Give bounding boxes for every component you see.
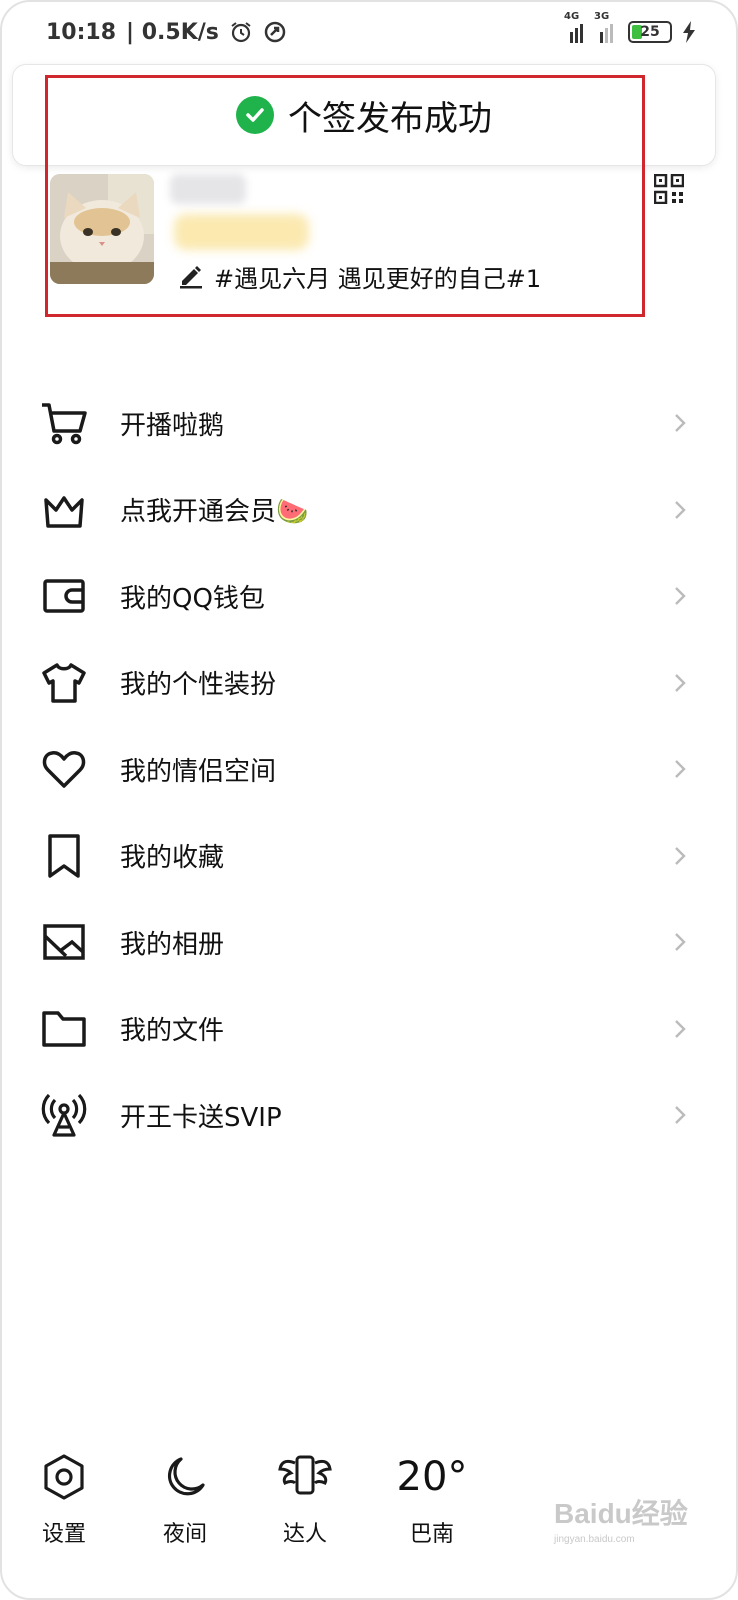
nickname-blurred[interactable] (170, 174, 246, 204)
chevron-right-icon (675, 1019, 686, 1038)
night-label: 夜间 (162, 1522, 207, 1547)
menu-item-dressup[interactable]: 我的个性装扮 (2, 640, 736, 727)
signature-text: #遇见六月 遇见更好的自己#1 (214, 264, 542, 293)
toast-message: 个签发布成功 (288, 98, 492, 139)
hexagon-gear-icon (42, 1452, 86, 1502)
data-saver-icon (264, 21, 286, 43)
menu-label: 我的个性装扮 (120, 670, 277, 701)
signal-tower-icon (40, 1091, 88, 1139)
city-label: 巴南 (409, 1522, 454, 1547)
menu-label: 我的文件 (120, 1016, 225, 1047)
personal-signature[interactable]: #遇见六月 遇见更好的自己#1 (178, 260, 542, 293)
menu-item-live[interactable]: 开播啦鹅 (2, 380, 736, 467)
expert-label: 达人 (282, 1522, 327, 1547)
wallet-icon (40, 572, 88, 620)
chevron-right-icon (675, 500, 686, 519)
alarm-icon (231, 22, 251, 43)
avatar[interactable] (50, 174, 154, 284)
crown-icon (40, 486, 88, 534)
menu-label: 我的情侣空间 (120, 756, 277, 787)
menu-label: 开王卡送SVIP (120, 1102, 282, 1133)
menu-label: 点我开通会员🍉 (120, 497, 309, 528)
status-time: 10:18 (46, 19, 117, 45)
menu-item-wallet[interactable]: 我的QQ钱包 (2, 553, 736, 640)
temperature: 20° (396, 1454, 468, 1500)
battery-icon: 25 (628, 21, 672, 43)
tshirt-icon (40, 659, 88, 707)
watermark-text: Baidu经验 (554, 1498, 688, 1529)
heart-icon (40, 745, 88, 793)
settings-button[interactable]: 设置 (19, 1452, 109, 1548)
chevron-right-icon (675, 587, 686, 606)
menu-label: 我的相册 (120, 929, 225, 960)
night-mode-button[interactable]: 夜间 (140, 1452, 230, 1548)
settings-label: 设置 (41, 1522, 86, 1547)
menu-item-couple-space[interactable]: 我的情侣空间 (2, 726, 736, 813)
folder-icon (40, 1005, 88, 1053)
battery-level: 25 (640, 24, 660, 40)
signal-sim2-icon: 3G (594, 11, 618, 43)
moon-icon (163, 1452, 207, 1502)
menu-item-king-card[interactable]: 开王卡送SVIP (2, 1072, 736, 1159)
watermark-sub: jingyan.baidu.com (554, 1534, 635, 1545)
chevron-right-icon (675, 1106, 686, 1125)
menu-label: 我的收藏 (120, 843, 225, 874)
charging-icon (683, 21, 695, 43)
edit-pencil-icon (180, 266, 202, 289)
menu-item-files[interactable]: 我的文件 (2, 986, 736, 1073)
chevron-right-icon (675, 414, 686, 433)
cat-photo (50, 174, 154, 284)
chevron-right-icon (675, 846, 686, 865)
expert-button[interactable]: 达人 (260, 1452, 350, 1548)
watermark-logo: Baidu经验 jingyan.baidu.com (554, 1492, 704, 1562)
chevron-right-icon (675, 933, 686, 952)
status-bar: 10:18 | 0.5K/s 4G 3G 25 (2, 2, 736, 62)
weather-widget[interactable]: 20° 巴南 (387, 1452, 477, 1548)
check-circle-icon (236, 96, 274, 134)
menu-label: 开播啦鹅 (120, 410, 225, 441)
success-toast: 个签发布成功 (12, 64, 716, 166)
level-badge-blurred[interactable] (174, 214, 309, 250)
status-net-speed: | 0.5K/s (126, 19, 219, 45)
bookmark-icon (40, 832, 88, 880)
qr-code-icon[interactable] (654, 174, 684, 204)
chevron-right-icon (675, 673, 686, 692)
signal-sim1-icon: 4G (564, 11, 588, 43)
album-icon (40, 918, 88, 966)
menu-item-album[interactable]: 我的相册 (2, 899, 736, 986)
menu-item-favorites[interactable]: 我的收藏 (2, 813, 736, 900)
menu-item-vip[interactable]: 点我开通会员🍉 (2, 467, 736, 554)
chevron-right-icon (675, 760, 686, 779)
phone-wings-icon (277, 1452, 333, 1502)
drawer-menu: 开播啦鹅 点我开通会员🍉 我的QQ钱包 我的个性装扮 我的情侣空间 我的收藏 我… (2, 380, 736, 1159)
cart-icon (40, 399, 88, 447)
phone-screen: 10:18 | 0.5K/s 4G 3G 25 #遇见六月 遇见更好的自己#1 … (0, 0, 738, 1600)
menu-label: 我的QQ钱包 (120, 583, 265, 614)
